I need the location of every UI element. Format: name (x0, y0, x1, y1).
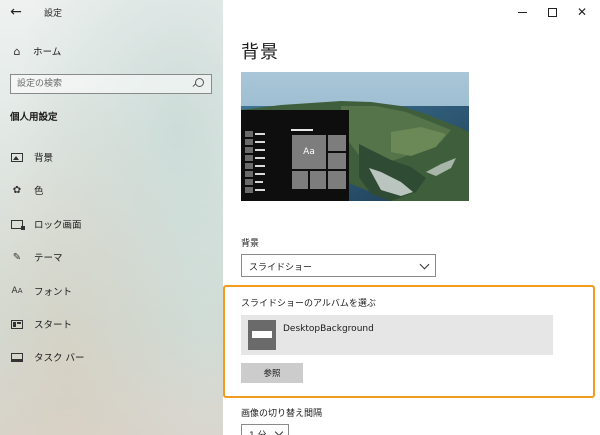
sidebar-item-label: タスク バー (34, 353, 85, 364)
close-icon: ✕ (576, 5, 588, 19)
home-icon: ⌂ (13, 44, 21, 58)
lock-screen-icon (10, 217, 25, 231)
background-dropdown-value: スライドショー (249, 263, 313, 273)
interval-dropdown[interactable]: 1 分 (241, 424, 289, 435)
background-dropdown[interactable]: スライドショー (241, 254, 436, 277)
interval-dropdown-value: 1 分 (249, 428, 267, 435)
picture-icon (10, 150, 24, 164)
chevron-down-icon (419, 259, 430, 270)
sidebar-item-color[interactable]: ✿ 色 (0, 180, 223, 200)
minimize-button[interactable] (507, 0, 537, 24)
album-label: スライドショーのアルバムを選ぶ (241, 299, 376, 309)
start-icon (10, 317, 24, 331)
sidebar-item-start[interactable]: スタート (0, 314, 223, 334)
preview-list-line (255, 133, 265, 135)
sidebar-item-font[interactable]: AA フォント (0, 281, 223, 301)
preview-list-line (255, 141, 265, 143)
sidebar-item-label: 色 (34, 186, 44, 197)
browse-button[interactable]: 参照 (241, 363, 303, 383)
app-title: 設定 (44, 9, 63, 19)
font-icon: AA (11, 286, 23, 296)
interval-label: 画像の切り替え間隔 (241, 409, 323, 419)
preview-list-line (255, 189, 265, 191)
nav-home[interactable]: ⌂ ホーム (10, 42, 62, 60)
preview-tile (328, 135, 346, 151)
maximize-icon (547, 7, 557, 17)
minimize-icon (517, 11, 527, 13)
sidebar-item-label: フォント (34, 287, 73, 298)
background-preview: Aa (241, 72, 469, 201)
taskbar-icon (10, 350, 24, 364)
nav-home-label: ホーム (33, 47, 62, 58)
sidebar-item-label: テーマ (34, 253, 63, 264)
sidebar-item-label: 背景 (34, 153, 54, 164)
preview-tile (310, 171, 326, 189)
preview-list-line (255, 157, 265, 159)
preview-list-line (255, 149, 265, 151)
close-button[interactable]: ✕ (567, 0, 597, 24)
back-arrow-icon[interactable]: ← (6, 3, 26, 21)
album-folder-name: DesktopBackground (283, 324, 374, 334)
folder-icon (248, 320, 276, 350)
section-title: 個人用設定 (10, 112, 58, 123)
preview-tile (292, 171, 308, 189)
preview-title-bar (291, 129, 313, 131)
sidebar-item-taskbar[interactable]: タスク バー (0, 347, 223, 367)
maximize-button[interactable] (537, 0, 567, 24)
preview-list-line (255, 181, 263, 183)
search-box[interactable] (10, 74, 212, 94)
sidebar-item-lock-screen[interactable]: ロック画面 (0, 214, 223, 234)
search-icon[interactable] (192, 76, 208, 92)
page-title: 背景 (241, 42, 279, 63)
palette-icon: ✿ (12, 184, 22, 196)
sidebar-item-label: ロック画面 (34, 220, 82, 231)
sidebar-item-label: スタート (34, 320, 73, 331)
sidebar-item-background[interactable]: 背景 (0, 147, 223, 167)
preview-taskbar-tiles (245, 131, 253, 193)
preview-sample-tile: Aa (292, 135, 326, 169)
content-pane: ✕ 背景 Aa 背景 スライドショー スライドショーのアルバムを選ぶ Deskt… (223, 0, 600, 435)
chevron-down-icon (274, 427, 284, 435)
sidebar: ← 設定 ⌂ ホーム 個人用設定 背景 ✿ 色 ロック画面 (0, 0, 223, 435)
album-folder-item[interactable]: DesktopBackground (241, 315, 553, 355)
search-input[interactable] (11, 75, 192, 93)
preview-list-line (255, 165, 265, 167)
settings-window: ← 設定 ⌂ ホーム 個人用設定 背景 ✿ 色 ロック画面 (0, 0, 600, 435)
background-label: 背景 (241, 239, 260, 249)
preview-tile (328, 171, 346, 189)
preview-list-line (255, 173, 265, 175)
sidebar-item-theme[interactable]: ✎ テーマ (0, 247, 223, 267)
preview-tile (328, 153, 346, 169)
theme-icon: ✎ (12, 251, 22, 263)
